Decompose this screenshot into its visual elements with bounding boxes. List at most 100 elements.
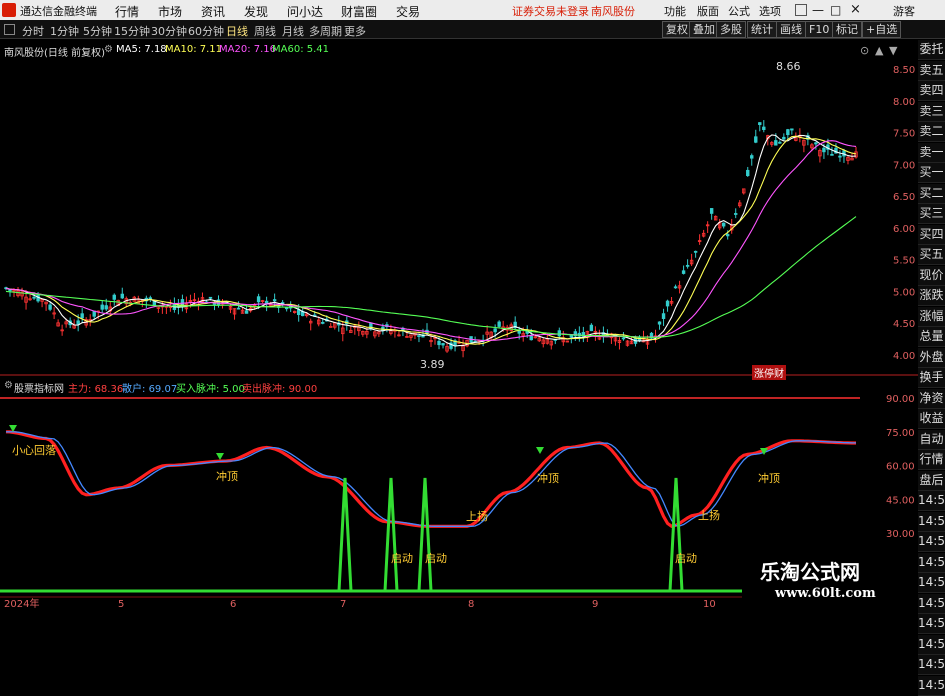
candle-body [778, 141, 782, 144]
candle-body [721, 222, 726, 227]
menu-discover[interactable]: 发现 [244, 3, 268, 20]
side-panel-item[interactable]: 卖三 [918, 101, 945, 122]
ma10-label: MA10: 7.11 [165, 44, 223, 55]
menu-market[interactable]: 市场 [158, 3, 182, 20]
side-panel-item[interactable]: 收益 [918, 409, 945, 429]
buy-pulse-spike [337, 477, 353, 592]
menu-news[interactable]: 资讯 [201, 3, 225, 20]
side-panel-item[interactable]: 14:50 [918, 491, 945, 511]
tab-weekly[interactable]: 周线 [254, 23, 276, 39]
annotation-start-1: 启动 [391, 552, 413, 565]
menu-quotes[interactable]: 行情 [115, 3, 139, 20]
window-icon[interactable] [795, 4, 807, 16]
overlay-button[interactable]: 叠加 [689, 21, 719, 38]
side-panel-item[interactable]: 14:50 [918, 511, 945, 532]
tab-multi-period[interactable]: 多周期 [309, 23, 342, 39]
tab-15min[interactable]: 15分钟 [114, 23, 150, 39]
tab-monthly[interactable]: 月线 [282, 23, 304, 39]
side-panel-item[interactable]: 净资 [918, 388, 945, 409]
side-panel-item[interactable]: 14:56 [918, 675, 945, 696]
side-panel-item[interactable]: 买五 [918, 245, 945, 265]
side-panel-item[interactable]: 行情 [918, 450, 945, 470]
expand-icon[interactable]: ⊙ [860, 44, 869, 57]
price-tick-label: 5.00 [893, 287, 915, 298]
side-panel-item[interactable]: 14:52 [918, 593, 945, 614]
login-warning[interactable]: 证券交易未登录 [512, 3, 589, 19]
draw-line-button[interactable]: 画线 [776, 21, 806, 38]
side-panel-item[interactable]: 卖一 [918, 142, 945, 163]
side-panel-item[interactable]: 总量 [918, 327, 945, 347]
stats-button[interactable]: 统计 [747, 21, 777, 38]
fuquan-button[interactable]: 复权 [662, 21, 692, 38]
candle-body [838, 155, 842, 158]
event-badge[interactable]: 涨停财 [752, 365, 786, 380]
multi-stock-button[interactable]: 多股 [716, 21, 746, 38]
kline-chart[interactable]: 8.50 8.00 7.50 7.00 6.50 6.00 5.50 5.00 4.50 4.00… [0, 38, 918, 609]
side-panel-item[interactable]: 卖四 [918, 81, 945, 101]
candle-body [774, 140, 778, 146]
app-title: 通达信金融终端 [20, 5, 97, 18]
ma60-label: MA60: 5.41 [272, 44, 330, 55]
side-panel-item[interactable]: 涨跌 [918, 286, 945, 306]
indicator-tick-label: 45.00 [886, 495, 915, 506]
candle-body [493, 328, 497, 333]
side-panel-item[interactable]: 换手 [918, 368, 945, 388]
close-icon[interactable]: × [850, 2, 861, 17]
tab-30min[interactable]: 30分钟 [151, 23, 187, 39]
tab-more[interactable]: 更多 [344, 23, 366, 39]
side-panel-item[interactable]: 涨幅 [918, 306, 945, 327]
candle-body [822, 147, 826, 153]
candle-body [296, 309, 301, 316]
menu-ask[interactable]: 问小达 [287, 3, 323, 20]
candle-body [762, 126, 766, 130]
tab-1min[interactable]: 1分钟 [50, 23, 79, 39]
candle-body [758, 122, 762, 125]
date-tick-label: 6 [230, 599, 236, 609]
tab-timeshare[interactable]: 分时 [22, 23, 44, 39]
side-panel-item[interactable]: 卖五 [918, 60, 945, 81]
candle-body [665, 300, 670, 307]
side-panel-item[interactable]: 14:54 [918, 634, 945, 655]
tab-5min[interactable]: 5分钟 [83, 23, 112, 39]
side-panel-item[interactable]: 现价 [918, 265, 945, 286]
menu-trade[interactable]: 交易 [396, 3, 420, 20]
side-panel-item[interactable]: 买三 [918, 204, 945, 224]
menu-wealth[interactable]: 财富圈 [341, 3, 377, 20]
side-panel-item[interactable]: 卖二 [918, 122, 945, 142]
side-panel-item[interactable]: 14:55 [918, 655, 945, 675]
side-panel-item[interactable]: 外盘 [918, 347, 945, 368]
f10-button[interactable]: F10 [805, 21, 834, 38]
tab-60min[interactable]: 60分钟 [188, 23, 224, 39]
side-panel-item[interactable]: 14:51 [918, 573, 945, 593]
indicator-tick-label: 30.00 [886, 529, 915, 540]
price-tick-label: 7.50 [893, 129, 915, 140]
side-panel-item[interactable]: 买一 [918, 163, 945, 183]
side-panel-item[interactable]: 委托 [918, 40, 945, 60]
down-arrow-icon[interactable]: ▼ [889, 44, 897, 57]
side-panel-item[interactable]: 14:50 [918, 532, 945, 552]
settings-icon[interactable]: ⚙ [104, 44, 113, 55]
indicator-settings-icon[interactable]: ⚙ [4, 380, 13, 391]
layout-icon[interactable] [4, 24, 15, 35]
side-panel-item[interactable]: 14:50 [918, 552, 945, 573]
add-watchlist-button[interactable]: +自选 [862, 21, 902, 38]
tab-daily[interactable]: 日线 [226, 23, 248, 39]
side-panel-item[interactable]: 自动 [918, 429, 945, 450]
menu-layout[interactable]: 版面 [697, 3, 719, 19]
maximize-icon[interactable]: □ [830, 3, 841, 17]
menu-function[interactable]: 功能 [664, 3, 686, 19]
minimize-icon[interactable]: — [812, 3, 824, 17]
mark-button[interactable]: 标记 [832, 21, 862, 38]
current-stock[interactable]: 南风股份 [591, 3, 635, 19]
side-panel-item[interactable]: 买四 [918, 224, 945, 245]
side-panel-item[interactable]: 14:53 [918, 614, 945, 634]
annotation-rise-2: 上扬 [698, 509, 720, 522]
side-panel-item[interactable]: 盘后 [918, 470, 945, 491]
candle-body [120, 293, 124, 299]
candle-body [256, 296, 261, 303]
menu-options[interactable]: 选项 [759, 3, 781, 19]
up-arrow-icon[interactable]: ▲ [875, 44, 883, 57]
side-panel-item[interactable]: 买二 [918, 183, 945, 204]
menu-formula[interactable]: 公式 [728, 3, 750, 19]
guest-user[interactable]: 游客 [893, 3, 915, 19]
